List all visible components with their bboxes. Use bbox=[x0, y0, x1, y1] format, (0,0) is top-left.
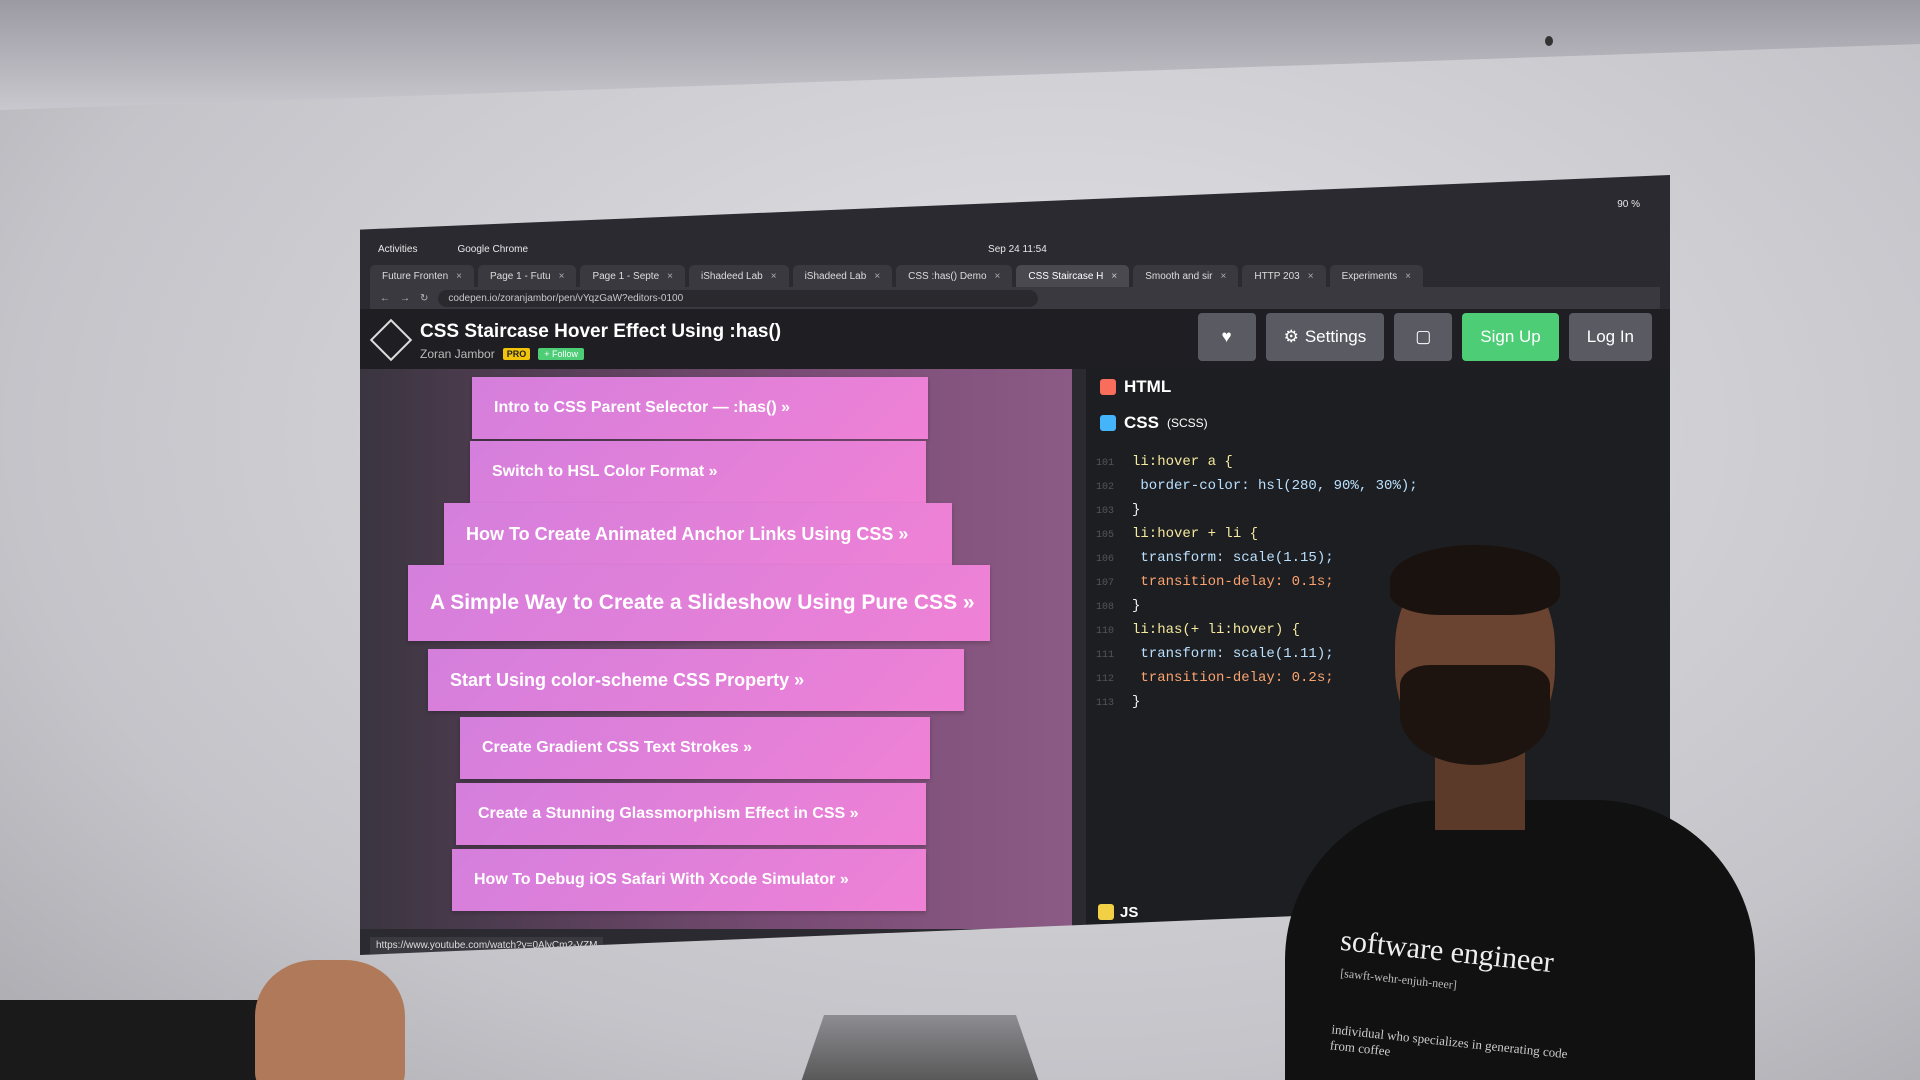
forward-icon[interactable]: → bbox=[400, 293, 410, 304]
address-bar: ← → ↻ codepen.io/zoranjambor/pen/vYqzGaW… bbox=[370, 287, 1660, 309]
code-line: 112 transition-delay: 0.2s; bbox=[1096, 670, 1334, 686]
wall-pin bbox=[1545, 36, 1553, 46]
codepen-logo-icon[interactable] bbox=[369, 318, 413, 362]
battery-status[interactable]: 90 % bbox=[1617, 199, 1640, 210]
code-line: 113} bbox=[1096, 694, 1141, 710]
tripod bbox=[800, 1015, 1040, 1080]
preview-pane: Intro to CSS Parent Selector — :has() » … bbox=[360, 369, 1072, 929]
code-line: 102 border-color: hsl(280, 90%, 30%); bbox=[1096, 478, 1418, 494]
layout-button[interactable]: ▢ bbox=[1394, 313, 1453, 361]
code-line: 106 transform: scale(1.15); bbox=[1096, 550, 1334, 566]
close-icon[interactable]: × bbox=[1405, 271, 1411, 282]
tab-http-203[interactable]: HTTP 203 × bbox=[1242, 265, 1326, 287]
heart-icon: ♥ bbox=[1221, 327, 1232, 346]
app-name: Google Chrome bbox=[457, 243, 529, 255]
gear-icon: ⚙ bbox=[1283, 327, 1299, 346]
codepen-header: CSS Staircase Hover Effect Using :has() … bbox=[360, 309, 1670, 369]
os-top-bar: Activities Google Chrome Sep 24 11:54 90… bbox=[360, 199, 1670, 261]
activities-button[interactable]: Activities bbox=[378, 244, 417, 255]
code-line: 108} bbox=[1096, 598, 1141, 614]
code-line: 105 li:hover + li { bbox=[1096, 526, 1259, 542]
list-item-hovered[interactable]: A Simple Way to Create a Slideshow Using… bbox=[408, 565, 990, 641]
reload-icon[interactable]: ↻ bbox=[420, 293, 428, 304]
css-panel-header[interactable]: CSS (SCSS) bbox=[1086, 405, 1670, 441]
list-item[interactable]: How To Create Animated Anchor Links Usin… bbox=[444, 503, 952, 565]
tab-ishadeed-lab-2[interactable]: iShadeed Lab × bbox=[792, 265, 893, 287]
tab-experiments[interactable]: Experiments × bbox=[1329, 265, 1423, 287]
tab-css-has-demo[interactable]: CSS :has() Demo × bbox=[896, 265, 1013, 287]
url-field[interactable]: codepen.io/zoranjambor/pen/vYqzGaW?edito… bbox=[438, 289, 1039, 307]
list-item[interactable]: How To Debug iOS Safari With Xcode Simul… bbox=[452, 849, 926, 911]
follow-button[interactable]: + Follow bbox=[538, 348, 584, 360]
person-beard bbox=[1400, 665, 1550, 765]
tab-page-1-future[interactable]: Page 1 - Futu × bbox=[478, 265, 577, 287]
settings-button[interactable]: ⚙ Settings bbox=[1265, 313, 1385, 361]
tab-future-frontend[interactable]: Future Fronten × bbox=[370, 265, 474, 287]
list-item[interactable]: Start Using color-scheme CSS Property » bbox=[428, 649, 964, 711]
close-icon[interactable]: × bbox=[771, 271, 777, 282]
back-icon[interactable]: ← bbox=[380, 293, 390, 304]
close-icon[interactable]: × bbox=[667, 271, 673, 282]
pen-title: CSS Staircase Hover Effect Using :has() bbox=[420, 321, 782, 342]
tab-smooth[interactable]: Smooth and sir × bbox=[1133, 265, 1239, 287]
header-buttons: ♥ ⚙ Settings ▢ Sign Up Log In bbox=[1197, 313, 1652, 361]
js-icon bbox=[1098, 904, 1114, 920]
list-item[interactable]: Create Gradient CSS Text Strokes » bbox=[460, 717, 930, 779]
pro-badge: PRO bbox=[502, 348, 531, 360]
list-item[interactable]: Switch to HSL Color Format » bbox=[470, 441, 926, 503]
close-icon[interactable]: × bbox=[995, 271, 1001, 282]
css-icon bbox=[1100, 415, 1116, 431]
css-code[interactable]: 101 li:hover a { 102 border-color: hsl(28… bbox=[1086, 441, 1670, 715]
close-icon[interactable]: × bbox=[1308, 271, 1314, 282]
person-hair bbox=[1390, 545, 1560, 615]
heart-button[interactable]: ♥ bbox=[1197, 313, 1256, 361]
login-button[interactable]: Log In bbox=[1568, 313, 1652, 361]
author-name[interactable]: Zoran Jambor bbox=[420, 347, 495, 361]
tab-css-staircase[interactable]: CSS Staircase H × bbox=[1016, 265, 1130, 287]
clock[interactable]: Sep 24 11:54 bbox=[988, 244, 1047, 255]
browser-tabs: Future Fronten × Page 1 - Futu × Page 1 - … bbox=[370, 261, 1660, 287]
code-line: 111 transform: scale(1.11); bbox=[1096, 646, 1334, 662]
tab-page-1-september[interactable]: Page 1 - Septe × bbox=[580, 265, 685, 287]
code-line: 103} bbox=[1096, 502, 1141, 518]
list-item[interactable]: Intro to CSS Parent Selector — :has() » bbox=[472, 377, 928, 439]
close-icon[interactable]: × bbox=[456, 271, 462, 282]
close-icon[interactable]: × bbox=[874, 271, 880, 282]
code-line: 110 li:has(+ li:hover) { bbox=[1096, 622, 1301, 638]
html-icon bbox=[1100, 379, 1116, 395]
list-item[interactable]: Create a Stunning Glassmorphism Effect i… bbox=[456, 783, 926, 845]
close-icon[interactable]: × bbox=[1111, 271, 1117, 282]
code-line: 101 li:hover a { bbox=[1096, 454, 1233, 470]
signup-button[interactable]: Sign Up bbox=[1462, 313, 1559, 361]
html-panel-header[interactable]: HTML bbox=[1086, 369, 1670, 405]
tab-ishadeed-lab-1[interactable]: iShadeed Lab × bbox=[689, 265, 789, 287]
pen-author: Zoran Jambor PRO + Follow bbox=[420, 347, 584, 361]
code-line: 107 transition-delay: 0.1s; bbox=[1096, 574, 1334, 590]
layout-icon: ▢ bbox=[1415, 327, 1432, 346]
hand bbox=[255, 960, 405, 1080]
close-icon[interactable]: × bbox=[559, 271, 565, 282]
close-icon[interactable]: × bbox=[1221, 271, 1227, 282]
